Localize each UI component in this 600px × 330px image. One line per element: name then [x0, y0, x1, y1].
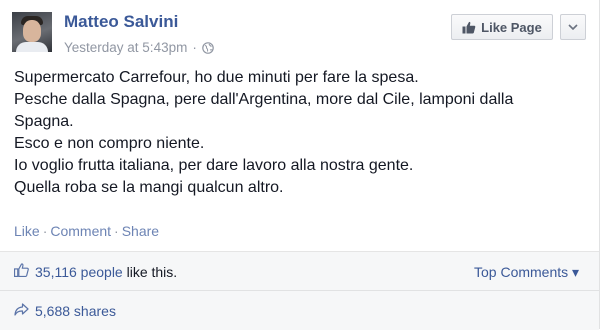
likes-count-link[interactable]: 35,116 people [35, 264, 123, 280]
avatar-face [23, 20, 41, 42]
post-body: Supermercato Carrefour, ho due minuti pe… [14, 67, 584, 199]
post-line: Io voglio frutta italiana, per dare lavo… [14, 157, 414, 174]
share-arrow-icon [14, 303, 29, 316]
action-separator: · [114, 223, 119, 239]
like-page-button[interactable]: Like Page [451, 14, 553, 40]
post-line: Esco e non compro niente. [14, 135, 205, 152]
meta-separator: · [192, 40, 197, 55]
shares-row: 5,688 shares [0, 291, 599, 330]
post-actions: Like · Comment · Share [14, 223, 159, 239]
likes-suffix: like this. [122, 264, 178, 280]
post-line: Quella roba se la mangi qualcun altro. [14, 179, 284, 196]
post-line: Supermercato Carrefour, ho due minuti pe… [14, 69, 419, 86]
comment-link[interactable]: Comment [50, 223, 111, 239]
post-options-button[interactable] [560, 14, 586, 40]
ufi-footer: 35,116 people like this. Top Comments ▾ … [0, 251, 599, 330]
post-line: Spagna. [14, 113, 74, 130]
top-comments-dropdown[interactable]: Top Comments ▾ [474, 264, 579, 281]
author-avatar[interactable] [12, 12, 52, 52]
caret-down-icon: ▾ [572, 264, 580, 280]
post-card: Matteo Salvini Yesterday at 5:43pm · Lik… [0, 0, 600, 330]
post-meta: Yesterday at 5:43pm · [64, 40, 214, 55]
chevron-down-icon [568, 24, 578, 30]
avatar-shirt [16, 42, 48, 52]
share-link[interactable]: Share [122, 223, 159, 239]
like-link[interactable]: Like [14, 223, 40, 239]
globe-icon[interactable] [202, 41, 214, 54]
thumbs-up-icon [462, 21, 476, 33]
likes-summary: 35,116 people like this. [35, 264, 177, 280]
thumbs-up-icon [14, 263, 29, 277]
post-timestamp[interactable]: Yesterday at 5:43pm [64, 40, 187, 55]
shares-count-link[interactable]: 5,688 shares [35, 303, 116, 319]
author-name[interactable]: Matteo Salvini [64, 12, 178, 32]
post-line: Pesche dalla Spagna, pere dall'Argentina… [14, 91, 514, 108]
like-page-label: Like Page [481, 19, 542, 35]
top-comments-label: Top Comments [474, 264, 569, 280]
likes-row: 35,116 people like this. Top Comments ▾ [0, 252, 599, 291]
action-separator: · [42, 223, 48, 239]
